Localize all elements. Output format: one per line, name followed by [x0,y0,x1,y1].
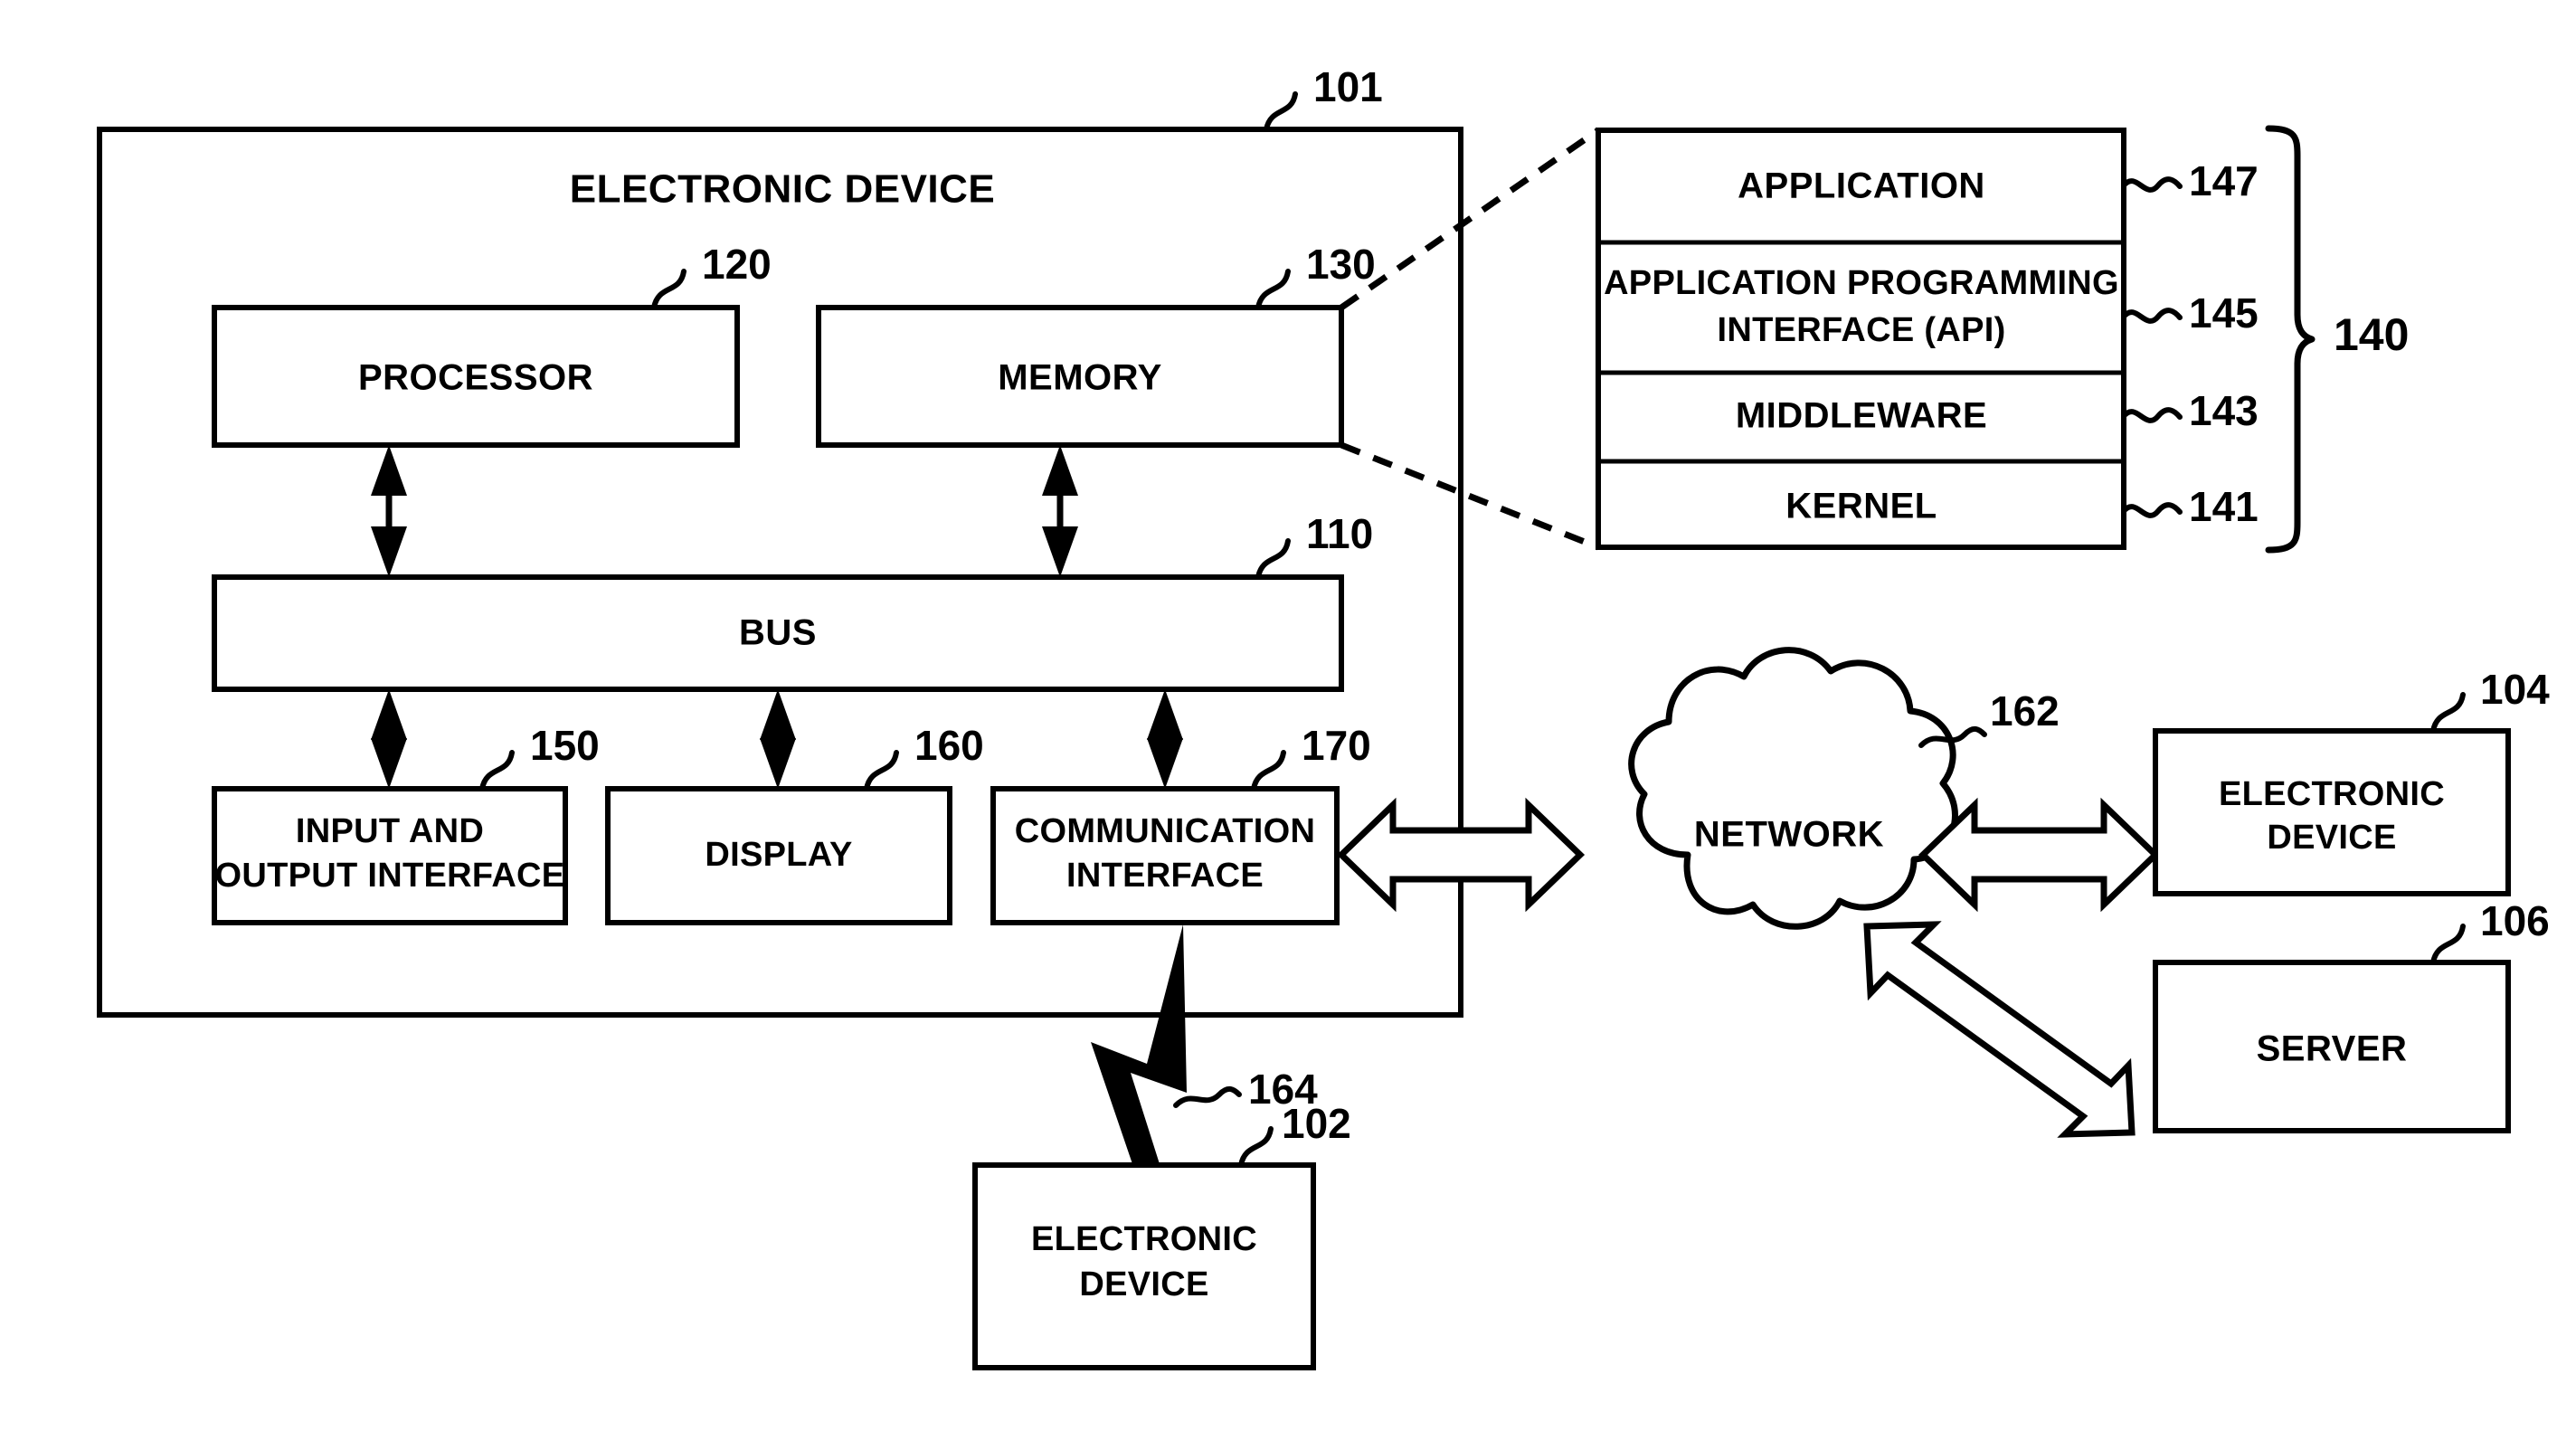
main-device-title: ELECTRONIC DEVICE [570,167,996,212]
ref-147: 147 [2189,157,2259,204]
io-interface-label-line1: INPUT AND [296,812,484,850]
bus-label: BUS [739,613,817,653]
stack-layer-kernel-label: KERNEL [1785,487,1937,526]
patent-figure: ELECTRONIC DEVICE 101 PROCESSOR 120 MEMO… [0,0,2576,1450]
squiggle-141 [2121,502,2183,518]
arrow-network-to-server-106 [1863,921,2136,1138]
arrow-network-to-device-104 [1918,797,2161,913]
stack-layer-api-label-line1: APPLICATION PROGRAMMING [1604,264,2119,302]
brace-140 [2265,125,2316,554]
ref-143: 143 [2189,387,2259,434]
ref-102: 102 [1282,1100,1351,1147]
ref-101: 101 [1313,63,1383,110]
leader-106 [2430,924,2466,965]
squiggle-145 [2121,308,2183,324]
processor-label: PROCESSOR [358,358,593,398]
leader-104 [2430,692,2466,734]
ref-160: 160 [914,722,984,769]
ref-130: 130 [1306,241,1376,288]
communication-interface-box [990,786,1340,925]
leader-101 [1264,91,1298,132]
network-cloud [1628,647,1958,930]
ref-170: 170 [1302,722,1371,769]
device-104-label-line1: ELECTRONIC [2219,775,2445,813]
comm-interface-label-line1: COMMUNICATION [1015,812,1316,850]
comm-interface-label-line2: INTERFACE [1066,857,1264,895]
ref-120: 120 [702,241,772,288]
stack-layer-application-label: APPLICATION [1738,166,1985,206]
ref-104: 104 [2480,666,2550,713]
device-102-label-line2: DEVICE [1079,1265,1208,1303]
display-label: DISPLAY [705,836,852,874]
squiggle-143 [2121,407,2183,423]
network-label: NETWORK [1694,815,1884,855]
device-102-label-line1: ELECTRONIC [1031,1220,1257,1258]
input-output-interface-box [212,786,568,925]
diagram-canvas: ELECTRONIC DEVICE 101 PROCESSOR 120 MEMO… [97,63,2550,1370]
ref-140: 140 [2334,309,2409,360]
stack-layer-middleware-label: MIDDLEWARE [1736,396,1987,436]
stack-layer-api-label-line2: INTERFACE (API) [1717,311,2005,349]
ref-162: 162 [1990,687,2060,734]
memory-label: MEMORY [998,358,1162,398]
device-104-label-line2: DEVICE [2267,819,2396,857]
server-106-label: SERVER [2257,1029,2408,1069]
ref-150: 150 [530,722,600,769]
ref-110: 110 [1306,510,1373,557]
ref-145: 145 [2189,289,2259,336]
squiggle-147 [2121,176,2183,193]
ref-106: 106 [2480,897,2550,944]
ref-141: 141 [2189,483,2259,530]
io-interface-label-line2: OUTPUT INTERFACE [215,857,565,895]
leader-102 [1238,1126,1274,1168]
